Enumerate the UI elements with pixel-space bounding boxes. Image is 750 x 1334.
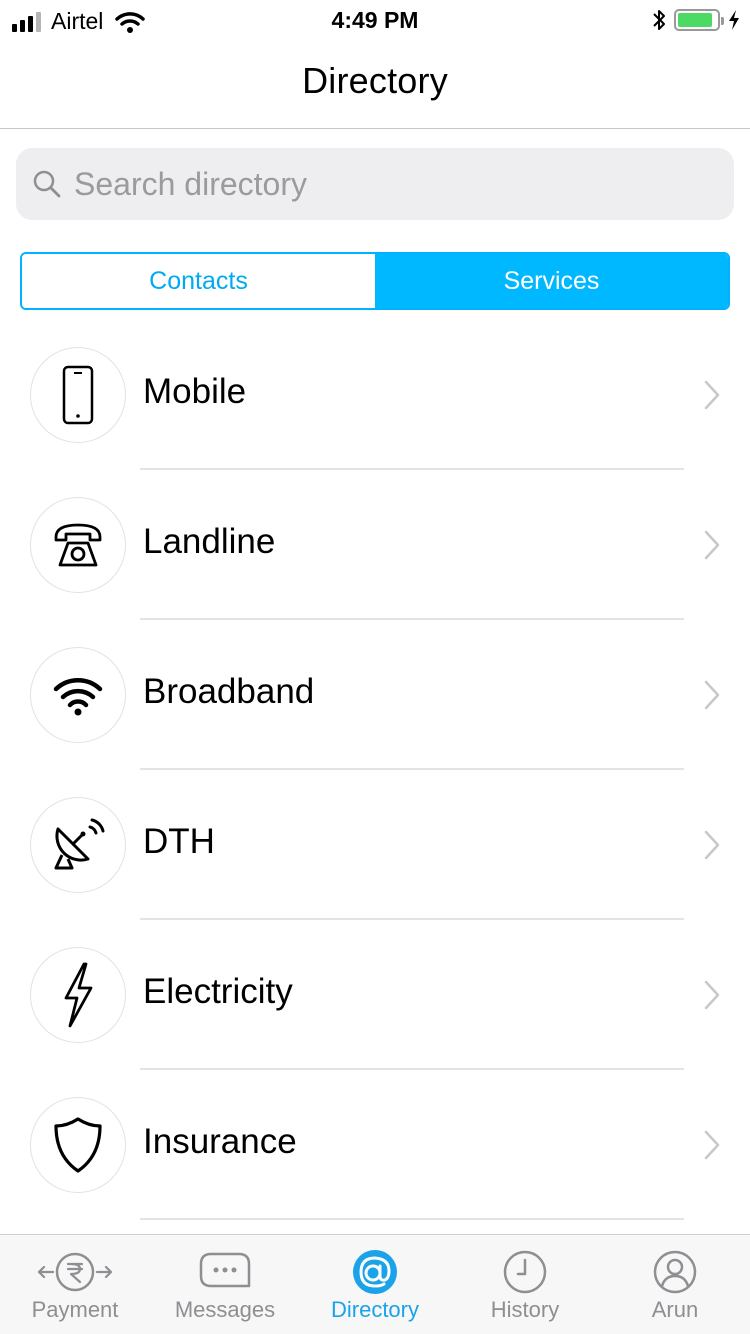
mobile-phone-icon (62, 365, 94, 425)
service-icon-container (30, 647, 126, 743)
service-label: Electricity (143, 972, 293, 1011)
service-row-landline[interactable]: Landline (0, 470, 750, 620)
tabbar-item-messages[interactable]: Messages (150, 1235, 300, 1334)
chevron-right-icon (704, 830, 720, 860)
bluetooth-icon (653, 10, 665, 30)
service-row-broadband[interactable]: Broadband (0, 620, 750, 770)
service-icon-container (30, 947, 126, 1043)
tabbar-label: Directory (330, 1297, 419, 1322)
service-icon-container (30, 1097, 126, 1193)
tabbar-item-history[interactable]: History (450, 1235, 600, 1334)
chevron-right-icon (704, 980, 720, 1010)
satellite-dish-icon (54, 818, 105, 870)
tab-contacts[interactable]: Contacts (22, 254, 375, 308)
chevron-right-icon (704, 680, 720, 710)
chevron-right-icon (704, 380, 720, 410)
chat-bubble-icon (199, 1252, 251, 1288)
service-icon-container (30, 347, 126, 443)
status-bar: Airtel 4:49 PM (0, 0, 750, 40)
tabbar-label: Payment (31, 1297, 119, 1322)
clock-icon (503, 1250, 547, 1294)
charging-bolt-icon (729, 10, 739, 30)
service-row-mobile[interactable]: Mobile (0, 320, 750, 470)
service-label: Insurance (143, 1122, 297, 1161)
user-profile-icon (653, 1250, 697, 1294)
lightning-bolt-icon (64, 962, 93, 1028)
service-label: DTH (143, 822, 215, 861)
header-divider (0, 128, 750, 129)
service-row-electricity[interactable]: Electricity (0, 920, 750, 1070)
tab-services[interactable]: Services (375, 254, 728, 308)
battery-icon (674, 9, 724, 31)
service-label: Mobile (143, 372, 247, 411)
landline-phone-icon (54, 523, 102, 567)
service-label: Broadband (143, 672, 315, 711)
tabbar-label: History (490, 1297, 560, 1322)
shield-icon (54, 1117, 102, 1173)
search-icon (33, 170, 61, 198)
status-time: 4:49 PM (331, 7, 419, 33)
tabbar-label: Messages (174, 1297, 276, 1322)
contacts-services-segmented-control: Contacts Services (20, 252, 730, 310)
tabbar-item-payment[interactable]: Payment (0, 1235, 150, 1334)
wifi-icon (53, 678, 103, 716)
page-title: Directory (302, 60, 448, 101)
service-row-insurance[interactable]: Insurance (0, 1070, 750, 1220)
tabbar-item-directory[interactable]: Directory (300, 1235, 450, 1334)
at-sign-icon (353, 1250, 397, 1294)
search-bar[interactable] (16, 148, 734, 220)
services-list: Mobile Landline Broadband DTH Electricit… (0, 320, 750, 1220)
service-row-dth[interactable]: DTH (0, 770, 750, 920)
row-divider (140, 1218, 684, 1220)
status-right (652, 8, 740, 32)
service-label: Landline (143, 522, 276, 561)
rupee-transfer-icon (37, 1252, 113, 1292)
chevron-right-icon (704, 1130, 720, 1160)
service-icon-container (30, 497, 126, 593)
tabbar-item-profile[interactable]: Arun (600, 1235, 750, 1334)
search-input[interactable] (74, 165, 714, 203)
tabbar-label: Arun (651, 1297, 699, 1322)
chevron-right-icon (704, 530, 720, 560)
service-icon-container (30, 797, 126, 893)
bottom-tab-bar: Payment Messages Directory History Arun (0, 1234, 750, 1334)
